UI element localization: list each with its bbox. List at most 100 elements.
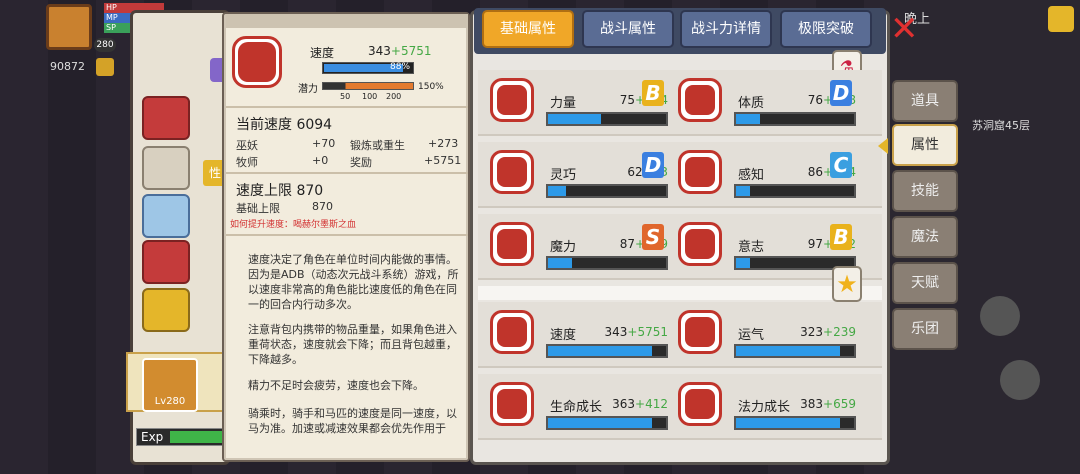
source-value-1: +0 [312, 154, 329, 167]
equip-slot-amulet[interactable] [142, 146, 190, 190]
stat-icon-inner [685, 229, 715, 259]
stat-icon-inner [497, 85, 527, 115]
stat-bar-fill [548, 114, 601, 124]
player-avatar[interactable] [46, 4, 92, 50]
speed-desc-3: 精力不足时会疲劳，速度也会下降。 [248, 379, 424, 392]
stat-icon[interactable] [678, 150, 722, 194]
stat-name: 灵巧 [550, 168, 577, 183]
stat-bar-fill [736, 258, 750, 268]
stat-bar-fill [736, 186, 750, 196]
gold-count: 90872 [50, 60, 85, 73]
side-menu-talents[interactable]: 天赋 [892, 262, 958, 304]
tooltip-header-strip [226, 14, 468, 28]
stat-icon[interactable] [678, 310, 722, 354]
stat-bar [734, 112, 856, 126]
stat-base: 87 [619, 237, 636, 251]
source-name-1: 牧师 [236, 156, 258, 169]
source-name-0: 巫妖 [236, 139, 258, 152]
tab-basic-attributes[interactable]: 基础属性 [482, 10, 574, 48]
exp-fill [170, 431, 226, 443]
speed-cap-label: 速度上限 [236, 183, 292, 199]
stat-icon[interactable] [678, 382, 722, 426]
stat-bar-fill [548, 186, 566, 196]
potential-scale-3: 200 [386, 92, 402, 101]
stat-icon-inner [685, 157, 715, 187]
stat-bar [734, 344, 856, 358]
stat-icon[interactable] [490, 222, 534, 266]
speed-cap-value: 870 [296, 183, 324, 199]
swap-icon[interactable] [980, 296, 1020, 336]
active-menu-arrow-icon [878, 138, 888, 154]
stat-gap [478, 286, 882, 300]
stat-name: 体质 [738, 96, 765, 111]
side-menu-magic[interactable]: 魔法 [892, 216, 958, 258]
potential-label: 潜力 [298, 84, 318, 95]
stat-grade-badge: B [830, 224, 852, 250]
star-icon[interactable]: ★ [832, 266, 862, 302]
side-menu-skills[interactable]: 技能 [892, 170, 958, 212]
stat-bar [546, 184, 668, 198]
stat-bar [546, 256, 668, 270]
stat-icon[interactable] [490, 382, 534, 426]
stat-base: 62 [627, 165, 643, 179]
speed-icon [238, 42, 276, 82]
tooltip-divider [226, 106, 468, 108]
stat-icon[interactable] [490, 78, 534, 122]
stat-icon[interactable] [490, 310, 534, 354]
stat-name: 魔力 [550, 240, 577, 255]
tooltip-divider-3 [226, 234, 468, 236]
stat-name: 意志 [738, 240, 765, 255]
stat-bar [734, 184, 856, 198]
stat-bonus: +659 [823, 397, 856, 411]
equip-slot-helmet[interactable] [142, 96, 190, 140]
how-to-raise-link[interactable]: 喝赫尔墨斯之血 [293, 220, 356, 230]
stat-bar-fill [548, 346, 652, 356]
equip-slot-cloak[interactable] [142, 240, 190, 284]
side-menu-attributes[interactable]: 属性 [892, 124, 958, 166]
tt-speed-bonus: +5751 [390, 44, 432, 58]
current-speed-value: 6094 [296, 117, 333, 133]
stat-icon-inner [685, 317, 715, 347]
speed-desc-2: 注意背包内携带的物品重量，如果角色进入重荷状态，速度就会下降；而且背包越重，下降… [248, 323, 457, 366]
stat-icon[interactable] [490, 150, 534, 194]
stat-bar-fill [548, 418, 652, 428]
stat-grade-badge: C [830, 152, 852, 178]
stat-base: 76 [807, 93, 824, 107]
stat-icon[interactable] [678, 222, 722, 266]
potential-scale-2: 100 [362, 92, 378, 101]
side-menu-items[interactable]: 道具 [892, 80, 958, 122]
current-speed-label: 当前速度 [236, 117, 292, 133]
equip-slot-ring[interactable] [142, 288, 190, 332]
stat-grade-badge: D [830, 80, 852, 106]
speed-progress-percent: 88% [390, 62, 411, 72]
stat-value: 343+5751 [588, 325, 669, 339]
stat-base: 383 [800, 397, 824, 411]
stat-icon-inner [497, 389, 527, 419]
sword-icon[interactable] [1000, 360, 1040, 400]
tab-combat-attributes[interactable]: 战斗属性 [582, 10, 674, 48]
speed-desc-1: 速度决定了角色在单位时间内能做的事情。因为是ADB（动态次元战斗系统）游戏，所以… [248, 253, 459, 311]
stat-bar [546, 416, 668, 430]
player-level-badge: 280 [94, 38, 116, 52]
side-menu-band[interactable]: 乐团 [892, 308, 958, 350]
tab-limit-break[interactable]: 极限突破 [780, 10, 872, 48]
stat-base: 86 [807, 165, 824, 179]
tt-speed-label: 速度 [310, 46, 335, 60]
equip-slot-armor[interactable] [142, 194, 190, 238]
potential-scale-1: 50 [340, 92, 351, 101]
gem-icon[interactable] [96, 58, 114, 76]
source-value-0: +70 [312, 137, 336, 150]
character-thumb[interactable]: Lv280 [142, 358, 198, 412]
stat-grade-badge: D [642, 152, 664, 178]
stat-name: 力量 [550, 96, 577, 111]
stat-bonus: +239 [823, 325, 856, 339]
tab-combat-power-details[interactable]: 战斗力详情 [680, 10, 772, 48]
potential-bar [322, 82, 414, 90]
stat-base: 343 [604, 325, 628, 339]
stat-icon[interactable] [678, 78, 722, 122]
exit-icon[interactable] [1048, 6, 1074, 32]
source-name2-1: 奖励 [350, 156, 372, 169]
stat-name: 运气 [738, 328, 765, 343]
close-icon[interactable]: ✕ [890, 12, 924, 46]
stat-bar-fill [736, 418, 840, 428]
